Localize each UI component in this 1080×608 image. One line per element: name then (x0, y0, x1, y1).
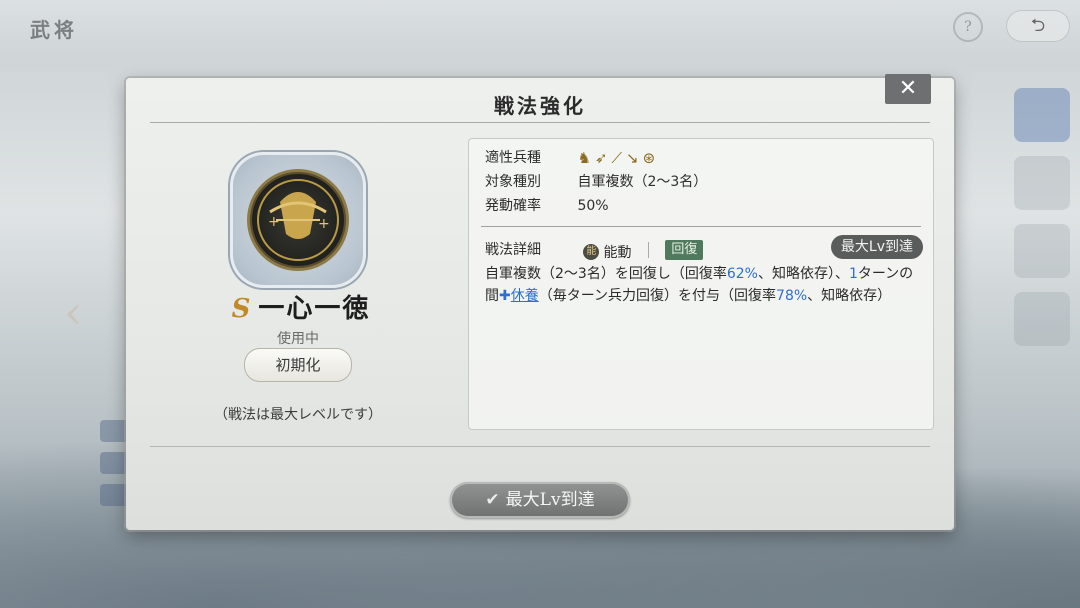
max-level-tag: 最大Lv到達 (830, 235, 923, 259)
rail-button-2[interactable] (1014, 156, 1070, 210)
rest-buff-icon: ✚ (499, 288, 511, 304)
desc-part-1: 自軍複数（2〜3名）を回復し（回復率 (485, 266, 727, 282)
help-button[interactable]: ? (953, 12, 983, 42)
skill-description: 自軍複数（2〜3名）を回復し（回復率62%、知略依存）、1ターンの間✚休養（毎タ… (485, 263, 921, 307)
spear-icon: ↘ (626, 149, 639, 167)
rate-value: 50% (577, 198, 609, 214)
max-level-button[interactable]: ✔ 最大Lv到達 (450, 482, 630, 518)
detail-separator (647, 242, 649, 258)
target-label: 対象種別 (485, 174, 541, 190)
top-bar (0, 0, 1080, 60)
back-button[interactable]: ⮌ (1006, 10, 1070, 42)
turn-count-value: 1 (848, 266, 858, 282)
troop-icons: ♞ ➶ ⟋ ↘ ⊛ (577, 149, 659, 167)
max-level-note: （戦法は最大レベルです） (214, 407, 382, 423)
reset-button[interactable]: 初期化 (244, 348, 352, 382)
footer-divider (150, 446, 930, 447)
desc-part-4: （毎ターン兵力回復）を付与（回復率 (538, 288, 777, 304)
heal-tag: 回復 (665, 240, 704, 260)
active-ring-icon: 能 (583, 244, 600, 260)
rate-row: 発動確率 50% (485, 195, 609, 215)
header-divider (150, 122, 930, 123)
target-row: 対象種別 自軍複数（2〜3名） (485, 171, 707, 191)
rail-button-3[interactable] (1014, 224, 1070, 278)
left-chip[interactable] (100, 420, 128, 442)
troop-row: 適性兵種 ♞ ➶ ⟋ ↘ ⊛ (485, 147, 659, 167)
left-chip[interactable] (100, 452, 128, 474)
rate-label: 発動確率 (485, 198, 541, 214)
screen-title: 武将 (30, 18, 78, 42)
rail-button-1[interactable] (1014, 88, 1070, 142)
archer-emblem-icon: + + (257, 179, 339, 261)
modal-title: 戦法強化 (494, 94, 586, 118)
skill-rank: S (231, 294, 253, 324)
check-icon: ✔ (485, 490, 500, 510)
gun-icon: ⟋ (611, 149, 622, 167)
target-value: 自軍複数（2〜3名） (577, 174, 708, 190)
heal-rate-value: 62% (726, 266, 758, 282)
skill-emblem: + + (230, 152, 366, 288)
skill-name: S 一心一徳 (206, 288, 396, 325)
emblem-core: + + (250, 172, 346, 268)
info-divider (481, 226, 921, 227)
regen-rate-value: 78% (776, 288, 808, 304)
cavalry-icon: ♞ (577, 149, 591, 167)
detail-label: 戦法詳細 (485, 242, 541, 258)
desc-part-5: 、知略依存） (807, 288, 892, 304)
rest-buff-link[interactable]: 休養 (511, 288, 539, 304)
prev-arrow-icon[interactable]: ‹ (64, 285, 82, 339)
right-menu-rail (990, 88, 1080, 388)
desc-part-2: 、知略依存）、 (757, 266, 849, 282)
close-button[interactable]: ✕ (885, 74, 931, 104)
active-type-label: 能動 (603, 245, 632, 261)
svg-text:+: + (268, 214, 280, 230)
bow-icon: ➶ (594, 149, 608, 167)
detail-row: 戦法詳細 能 能動 回復 (485, 239, 704, 262)
svg-text:+: + (318, 216, 330, 232)
troop-label: 適性兵種 (485, 150, 541, 166)
max-level-button-label: 最大Lv到達 (505, 490, 595, 510)
shield-icon: ⊛ (642, 149, 656, 167)
skill-info-panel: 適性兵種 ♞ ➶ ⟋ ↘ ⊛ 対象種別 自軍複数（2〜3名） 発動確率 50% 戦法詳細… (468, 138, 934, 430)
left-chip[interactable] (100, 484, 128, 506)
active-type-badge: 能 能動 (583, 242, 631, 262)
skill-title: 一心一徳 (258, 294, 371, 324)
skill-status: 使用中 (277, 331, 319, 347)
rail-button-4[interactable] (1014, 292, 1070, 346)
skill-upgrade-modal: 戦法強化 ✕ + + S 一心一徳 使用中 初期化 （戦法は最大レベルです） 適性… (126, 74, 954, 530)
